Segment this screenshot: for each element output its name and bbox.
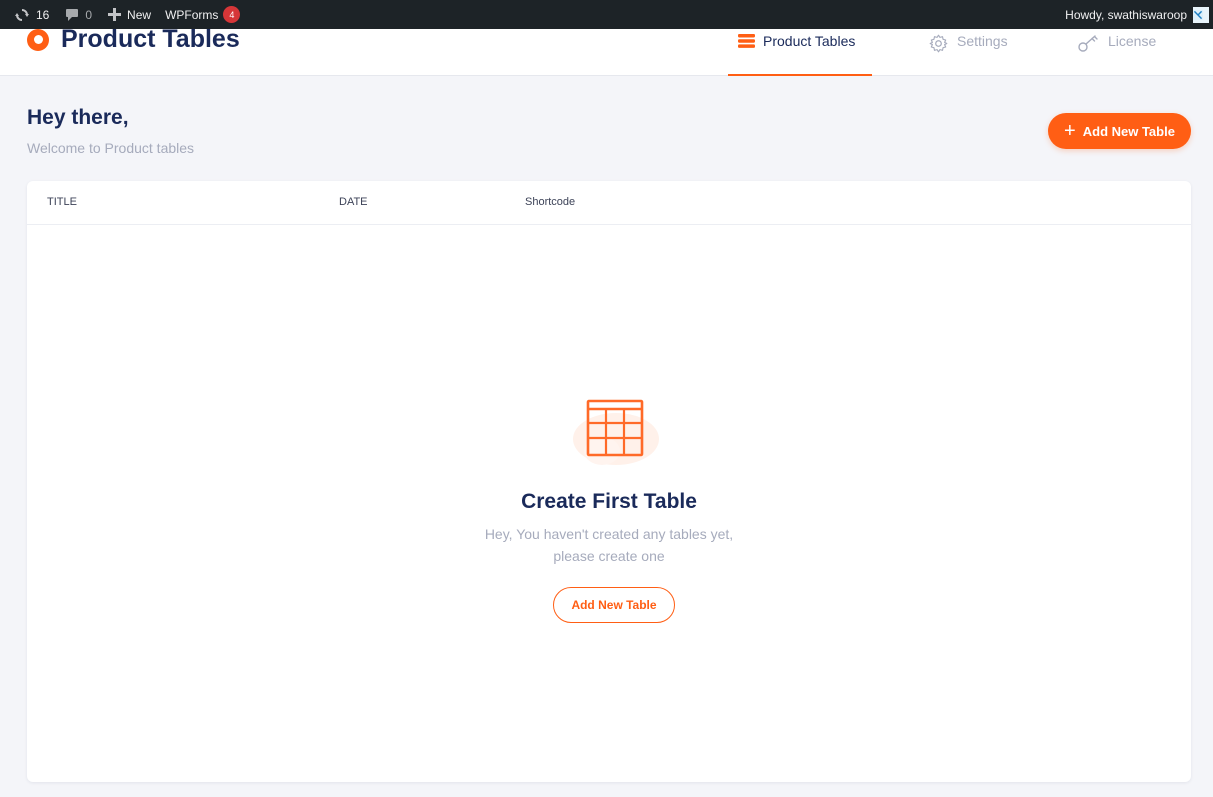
empty-state-title: Create First Table — [521, 490, 697, 513]
admin-bar-right: Howdy, swathiswaroop — [1057, 0, 1213, 29]
create-first-table-button[interactable]: Add New Table — [553, 587, 675, 623]
empty-state-description-line1: Hey, You haven't created any tables yet, — [484, 526, 734, 542]
plus-icon: + — [1064, 120, 1076, 142]
plugin-tabs: Product Tables Settings License — [728, 29, 1178, 76]
avatar — [1193, 6, 1209, 23]
gear-icon — [929, 34, 948, 53]
tab-label: License — [1108, 33, 1157, 49]
tables-card: TITLE DATE Shortcode Create First Table … — [27, 181, 1191, 782]
empty-state-description-line2: please create one — [553, 548, 665, 564]
admin-bar-left: 16 0 New WPForms 4 — [0, 0, 248, 29]
avatar-icon — [1193, 9, 1203, 20]
tab-settings[interactable]: Settings — [928, 29, 1078, 76]
table-grid-icon — [572, 399, 662, 480]
comments-count: 0 — [85, 7, 93, 22]
new-label: New — [127, 7, 152, 22]
stack-icon — [738, 34, 755, 48]
plus-icon — [108, 8, 122, 21]
tab-license[interactable]: License — [1078, 29, 1178, 76]
brand-logo-icon — [27, 28, 49, 51]
updates-link[interactable]: 16 — [0, 0, 57, 29]
comment-icon — [66, 8, 79, 21]
comments-link[interactable]: 0 — [57, 0, 100, 29]
wp-admin-bar: 16 0 New WPForms 4 Howdy, swathiswaroop — [0, 0, 1213, 29]
add-new-table-button[interactable]: + Add New Table — [1048, 113, 1191, 149]
tab-product-tables[interactable]: Product Tables — [728, 29, 872, 76]
wpforms-label: WPForms — [165, 7, 219, 22]
tab-label: Product Tables — [763, 33, 856, 49]
tab-label: Settings — [957, 33, 1008, 49]
updates-count: 16 — [36, 7, 50, 22]
new-content-link[interactable]: New — [100, 0, 159, 29]
greeting-subtitle: Welcome to Product tables — [27, 140, 195, 156]
howdy-greeting: Howdy, swathiswaroop — [1065, 7, 1187, 22]
my-account-link[interactable]: Howdy, swathiswaroop — [1057, 0, 1213, 29]
refresh-icon — [15, 8, 29, 21]
wpforms-link[interactable]: WPForms 4 — [159, 0, 248, 29]
greeting-title: Hey there, — [27, 106, 129, 129]
empty-state: Create First Table Hey, You haven't crea… — [27, 181, 1191, 782]
plugin-header: Product Tables Product Tables Settings L… — [0, 25, 1213, 76]
page-title: Product Tables — [61, 25, 240, 53]
key-icon — [1078, 35, 1098, 52]
add-new-table-label: Add New Table — [1082, 123, 1175, 139]
wpforms-notification-badge: 4 — [223, 6, 241, 23]
empty-state-description: Hey, You haven't created any tables yet,… — [27, 523, 1191, 567]
brand: Product Tables — [27, 25, 240, 54]
